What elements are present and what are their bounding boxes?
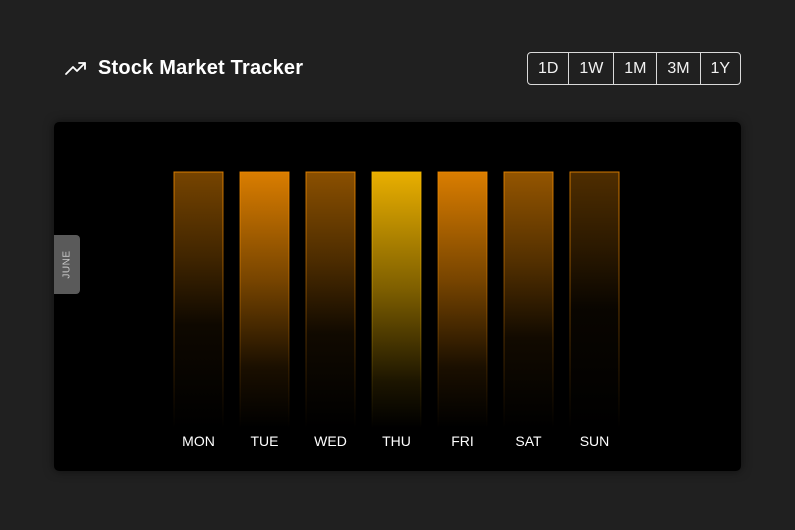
bar-sun[interactable] xyxy=(569,171,620,429)
range-button-1m[interactable]: 1M xyxy=(614,53,658,84)
month-tab[interactable]: JUNE xyxy=(54,235,80,294)
x-tick-label-fri: FRI xyxy=(451,433,474,449)
bar-mon[interactable] xyxy=(173,171,224,429)
bar-thu[interactable] xyxy=(371,171,422,429)
x-tick-label-thu: THU xyxy=(382,433,411,449)
bar-fri[interactable] xyxy=(437,171,488,429)
bar-chart: MON TUE WED THU FRI SAT SUN xyxy=(54,122,741,471)
x-tick-label-sat: SAT xyxy=(515,433,542,449)
month-tab-label: JUNE xyxy=(61,250,73,279)
x-tick-label-wed: WED xyxy=(314,433,347,449)
range-button-1y[interactable]: 1Y xyxy=(701,53,740,84)
bar-tue[interactable] xyxy=(239,171,290,429)
range-button-1d[interactable]: 1D xyxy=(528,53,570,84)
x-tick-label-sun: SUN xyxy=(580,433,610,449)
x-tick-label-tue: TUE xyxy=(251,433,279,449)
bar-wed[interactable] xyxy=(305,171,356,429)
trending-up-icon xyxy=(64,57,88,81)
range-button-1w[interactable]: 1W xyxy=(569,53,615,84)
header: Stock Market Tracker xyxy=(64,52,303,85)
bar-sat[interactable] xyxy=(503,171,554,429)
page-title: Stock Market Tracker xyxy=(98,57,304,79)
app-root: Stock Market Tracker 1D 1W 1M 3M 1Y MON T… xyxy=(0,0,795,530)
range-button-3m[interactable]: 3M xyxy=(657,53,701,84)
x-tick-label-mon: MON xyxy=(182,433,215,449)
time-range-selector: 1D 1W 1M 3M 1Y xyxy=(527,52,741,85)
